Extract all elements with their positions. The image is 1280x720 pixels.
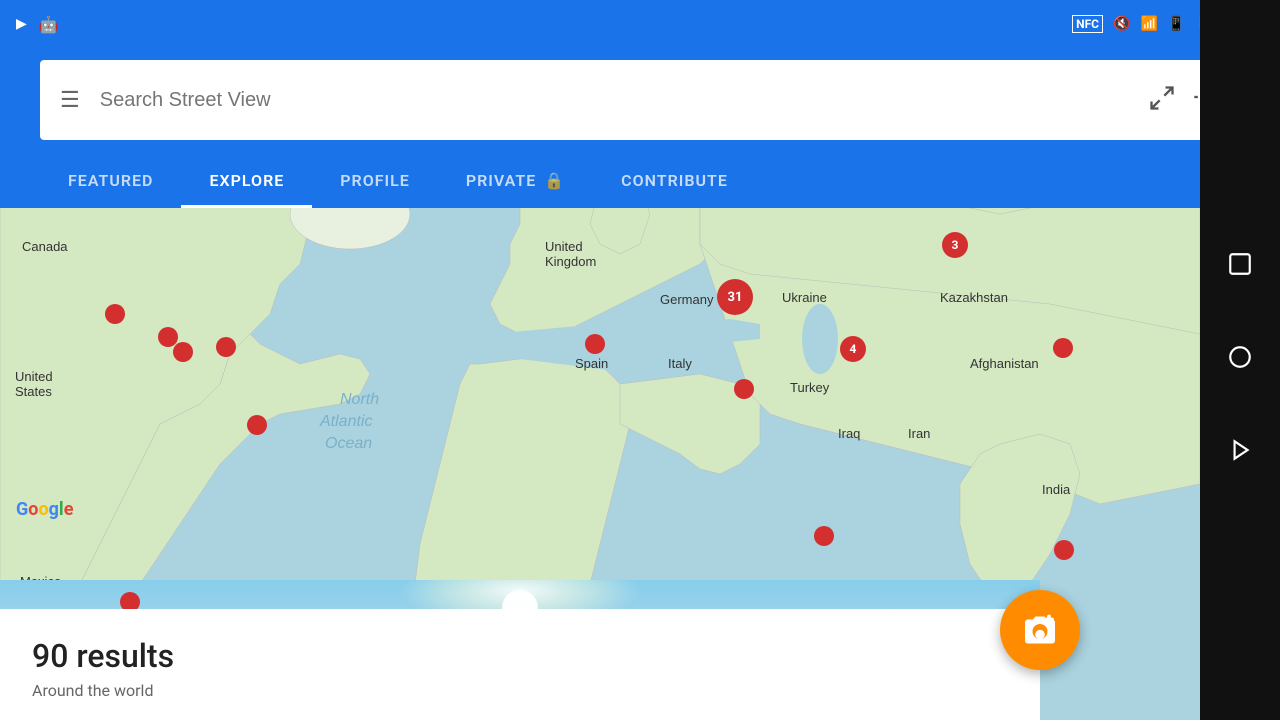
android-nav — [1200, 0, 1280, 720]
map-pin-5[interactable] — [247, 415, 267, 435]
results-subtitle: Around the world — [32, 681, 1008, 700]
map-pin-region-4[interactable]: 4 — [840, 336, 866, 362]
android-back-button[interactable] — [1227, 437, 1253, 470]
nfc-icon: NFC — [1072, 15, 1103, 33]
status-bar: ▶ 🤖 NFC 🔇 📶 📱 🔋 12:51 — [0, 0, 1280, 48]
map-pin-4[interactable] — [216, 337, 236, 357]
fab-add-photo-button[interactable] — [1000, 590, 1080, 670]
tab-profile[interactable]: PROFILE — [312, 152, 438, 208]
map-pin-9[interactable] — [734, 379, 754, 399]
results-panel: 90 results Around the world — [0, 609, 1040, 720]
svg-text:North: North — [340, 391, 379, 408]
results-count: 90 results — [32, 637, 1008, 675]
camera-plus-icon — [1022, 612, 1058, 648]
sim-icon: 📱 — [1168, 16, 1185, 32]
android-icon: 🤖 — [39, 15, 59, 34]
hamburger-icon[interactable]: ☰ — [60, 88, 80, 113]
search-bar-container: ☰ — [40, 60, 1240, 140]
map-pin-11[interactable] — [814, 526, 834, 546]
nav-tabs: FEATURED EXPLORE PROFILE PRIVATE 🔒 CONTR… — [0, 152, 1280, 208]
svg-text:Ocean: Ocean — [325, 435, 372, 452]
map-pin-8[interactable] — [585, 334, 605, 354]
map-pin-1[interactable] — [105, 304, 125, 324]
expand-icon[interactable] — [1148, 84, 1176, 117]
lock-icon: 🔒 — [544, 171, 565, 190]
wifi-icon: 📶 — [1140, 16, 1157, 32]
android-home-button[interactable] — [1227, 344, 1253, 377]
tab-private[interactable]: PRIVATE 🔒 — [438, 152, 593, 208]
android-square-button[interactable] — [1227, 251, 1253, 284]
status-bar-left: ▶ 🤖 — [16, 15, 59, 34]
tab-explore[interactable]: EXPLORE — [181, 152, 312, 208]
search-wrapper: ☰ — [0, 48, 1280, 152]
search-input[interactable] — [100, 89, 1128, 112]
mute-icon: 🔇 — [1113, 16, 1130, 32]
google-logo: Google — [16, 499, 73, 520]
map-pin-10[interactable] — [1053, 338, 1073, 358]
map-pin-12[interactable] — [1054, 540, 1074, 560]
svg-text:Atlantic: Atlantic — [319, 413, 372, 430]
play-icon: ▶ — [16, 16, 27, 32]
map-pin-germany-31[interactable]: 31 — [717, 279, 753, 315]
tab-contribute[interactable]: CONTRIBUTE — [593, 152, 756, 208]
map-pin-region-3[interactable]: 3 — [942, 232, 968, 258]
map-pin-3[interactable] — [173, 342, 193, 362]
tab-featured[interactable]: FEATURED — [40, 152, 181, 208]
